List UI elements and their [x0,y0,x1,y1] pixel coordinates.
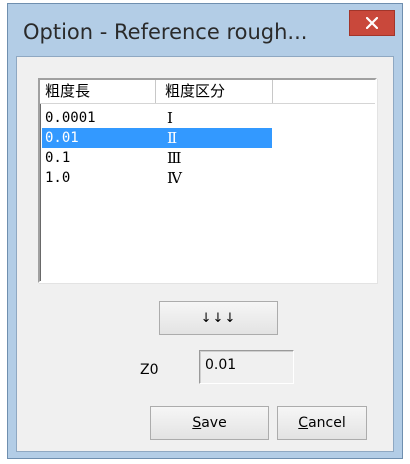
column-header-roughness-length[interactable]: 粗度長 [40,80,156,103]
list-header: 粗度長 粗度区分 [40,80,375,104]
list-row[interactable]: 1.0 Ⅳ [40,168,375,188]
roughness-length-cell: 1.0 [45,170,71,186]
option-dialog-window: Option - Reference rough... 粗度長 粗度区分 0.0… [7,3,403,459]
roughness-class-cell: Ⅰ [167,109,173,127]
roughness-class-cell: Ⅱ [167,129,178,147]
dialog-client-area: 粗度長 粗度区分 0.0001 Ⅰ 0.01 Ⅱ 0.1 Ⅲ 1.0 Ⅳ ↓↓↓… [16,56,394,452]
save-label: ave [201,415,227,431]
close-icon [366,17,378,29]
roughness-class-cell: Ⅲ [167,149,182,167]
cancel-button[interactable]: Cancel [277,406,367,440]
copy-to-z0-button[interactable]: ↓↓↓ [159,301,278,335]
roughness-list[interactable]: 粗度長 粗度区分 0.0001 Ⅰ 0.01 Ⅱ 0.1 Ⅲ 1.0 Ⅳ [38,78,377,283]
cancel-mnemonic: C [298,415,309,431]
roughness-length-cell: 0.01 [45,130,79,146]
list-row[interactable]: 0.0001 Ⅰ [40,108,375,128]
save-mnemonic: S [192,415,202,431]
roughness-class-cell: Ⅳ [167,169,182,187]
list-rows: 0.0001 Ⅰ 0.01 Ⅱ 0.1 Ⅲ 1.0 Ⅳ [40,108,375,188]
cancel-label: ancel [308,415,346,431]
z0-field[interactable]: 0.01 [199,350,294,384]
window-title: Option - Reference rough... [23,20,308,44]
title-bar[interactable]: Option - Reference rough... [8,4,402,56]
z0-label: Z0 [140,362,159,378]
close-button[interactable] [349,10,395,36]
roughness-length-cell: 0.0001 [45,110,96,126]
roughness-length-cell: 0.1 [45,150,71,166]
save-button[interactable]: Save [150,406,269,440]
list-row-selected[interactable]: 0.01 Ⅱ [40,128,375,148]
column-header-roughness-class[interactable]: 粗度区分 [156,80,273,103]
list-row[interactable]: 0.1 Ⅲ [40,148,375,168]
column-header-empty[interactable] [273,80,375,103]
